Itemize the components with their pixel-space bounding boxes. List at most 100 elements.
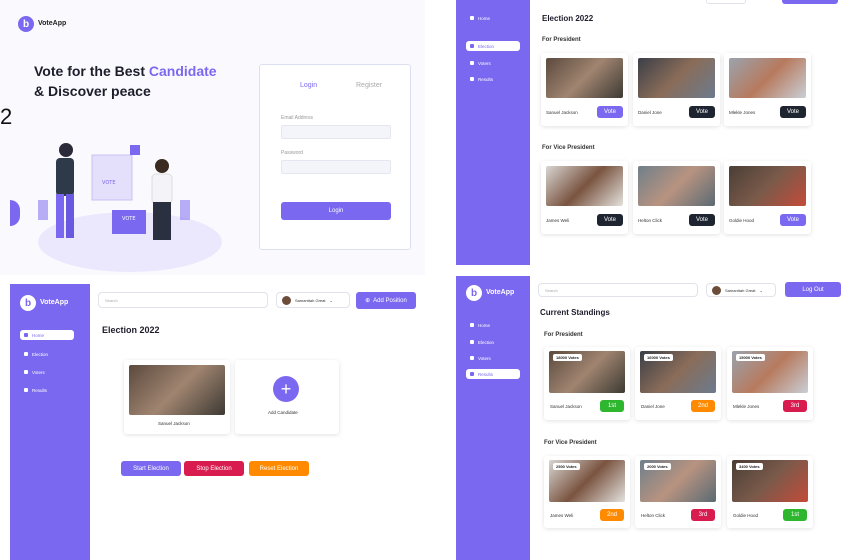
- tab-register[interactable]: Register: [356, 82, 382, 89]
- sidebar-item-home[interactable]: Home: [466, 13, 520, 23]
- chevron-down-icon: ⌄: [329, 297, 333, 303]
- sidebar-item-label: Home: [478, 15, 491, 21]
- add-candidate-card[interactable]: + Add Candidate: [235, 360, 339, 434]
- home-icon: [470, 16, 474, 20]
- sidebar-item-label: Election: [32, 351, 49, 357]
- logout-button[interactable]: Log Out: [785, 282, 841, 297]
- candidate-photo: 3400 Votes: [732, 460, 808, 502]
- candidate-card: Sanuel Jackson: [124, 360, 230, 434]
- candidate-photo: 2000 Votes: [640, 460, 716, 502]
- user-icon: [24, 352, 28, 356]
- voters-icon: [470, 61, 474, 65]
- search-input[interactable]: Search: [538, 283, 698, 297]
- sidebar-item-label: Voters: [478, 355, 491, 361]
- voters-icon: [24, 370, 28, 374]
- top-button-fragment[interactable]: [782, 0, 838, 4]
- candidate-card: Goldie Hood Vote: [724, 161, 811, 234]
- sidebar-item-label: Voters: [32, 369, 45, 375]
- candidate-name: Sanuel Jackson: [550, 404, 582, 409]
- home-icon: [470, 323, 474, 327]
- sidebar-item-results[interactable]: Results: [466, 369, 520, 379]
- login-button[interactable]: Login: [281, 202, 391, 220]
- candidate-name: Helton Click: [638, 218, 663, 223]
- logo-icon: b: [18, 16, 34, 32]
- standing-card: 2500 Votes James Weli 2nd: [544, 456, 630, 528]
- candidate-photo: 15000 Votes: [732, 351, 808, 393]
- sidebar-item-voters[interactable]: Voters: [20, 367, 74, 377]
- logo-text: VoteApp: [40, 299, 69, 306]
- candidate-card: Sanuel Jackson Vote: [541, 53, 628, 126]
- top-search-fragment[interactable]: [706, 0, 746, 4]
- vote-count-badge: 18000 Votes: [553, 354, 582, 361]
- results-icon: [470, 372, 474, 376]
- stray-digit: 2: [0, 104, 13, 129]
- sidebar-item-results[interactable]: Results: [466, 74, 520, 84]
- candidate-name: Daniel Jone: [641, 404, 665, 409]
- user-icon: [470, 44, 474, 48]
- candidate-photo: [729, 166, 806, 206]
- candidate-card: Mlekle Jones Vote: [724, 53, 811, 126]
- sidebar-item-home[interactable]: Home: [466, 320, 520, 330]
- vote-button[interactable]: Vote: [597, 214, 623, 226]
- password-field[interactable]: [281, 160, 391, 174]
- logo-icon: b: [20, 295, 36, 311]
- sidebar-item-home[interactable]: Home: [20, 330, 74, 340]
- election-panel: Home Election Voters Results Election 20…: [456, 0, 841, 265]
- logo-icon: b: [466, 285, 482, 301]
- user-name: Samanttah Great: [295, 297, 326, 303]
- sidebar-item-label: Voters: [478, 60, 491, 66]
- hero-highlight: Candidate: [148, 63, 217, 79]
- sidebar-item-results[interactable]: Results: [20, 385, 74, 395]
- vote-button[interactable]: Vote: [689, 214, 715, 226]
- avatar: [282, 295, 291, 305]
- sidebar: b VoteApp Home Election Voters Results: [10, 284, 90, 560]
- sidebar-item-election[interactable]: Election: [466, 337, 520, 347]
- vote-count-badge: 2500 Votes: [553, 463, 580, 470]
- rank-badge: 3rd: [783, 400, 807, 412]
- side-handle[interactable]: [10, 200, 20, 226]
- tab-login[interactable]: Login: [300, 82, 317, 89]
- vote-button[interactable]: Vote: [689, 106, 715, 118]
- candidate-name: Mlekle Jones: [729, 110, 756, 115]
- page-title: Election 2022: [102, 325, 160, 335]
- search-input[interactable]: Search: [98, 292, 268, 308]
- stop-election-button[interactable]: Stop Election: [184, 461, 244, 476]
- page-title: Election 2022: [542, 14, 594, 23]
- candidate-photo: 18000 Votes: [549, 351, 625, 393]
- email-field[interactable]: [281, 125, 391, 139]
- user-menu[interactable]: Samanttah Great ⌄: [706, 283, 776, 297]
- standing-card: 16000 Votes Daniel Jone 2nd: [635, 347, 721, 420]
- user-menu[interactable]: Samanttah Great ⌄: [276, 292, 350, 308]
- sidebar-item-election[interactable]: Election: [20, 349, 74, 359]
- candidate-name: James Weli: [550, 513, 574, 518]
- sidebar-item-voters[interactable]: Voters: [466, 58, 520, 68]
- vote-button[interactable]: Vote: [780, 106, 806, 118]
- candidate-name: James Weli: [546, 218, 570, 223]
- page-title: Current Standings: [540, 308, 610, 317]
- reset-election-button[interactable]: Reset Election: [249, 461, 309, 476]
- sidebar: Home Election Voters Results: [456, 0, 530, 265]
- add-position-button[interactable]: ⊕ Add Position: [356, 292, 416, 309]
- standing-card: 18000 Votes Sanuel Jackson 1st: [544, 347, 630, 420]
- candidate-card: James Weli Vote: [541, 161, 628, 234]
- vice-heading: For Vice President: [544, 440, 597, 446]
- vote-button[interactable]: Vote: [780, 214, 806, 226]
- candidate-photo: [638, 58, 715, 98]
- login-card: Login Register Email Address Password Lo…: [259, 64, 411, 250]
- standing-card: 15000 Votes Mlekle Jones 3rd: [727, 347, 813, 420]
- vote-button[interactable]: Vote: [597, 106, 623, 118]
- sidebar-item-voters[interactable]: Voters: [466, 353, 520, 363]
- start-election-button[interactable]: Start Election: [121, 461, 181, 476]
- candidate-photo: [546, 58, 623, 98]
- candidate-name: Goldie Hood: [729, 218, 755, 223]
- candidate-name: Sanuel Jackson: [158, 421, 190, 426]
- candidate-card: Daniel Jone Vote: [633, 53, 720, 126]
- sidebar-item-label: Results: [32, 387, 48, 393]
- candidate-photo: [546, 166, 623, 206]
- rank-badge: 3rd: [691, 509, 715, 521]
- email-label: Email Address: [281, 115, 313, 121]
- sidebar-item-label: Results: [478, 76, 494, 82]
- candidate-card: Helton Click Vote: [633, 161, 720, 234]
- president-heading: For President: [542, 37, 581, 43]
- sidebar-item-election[interactable]: Election: [466, 41, 520, 51]
